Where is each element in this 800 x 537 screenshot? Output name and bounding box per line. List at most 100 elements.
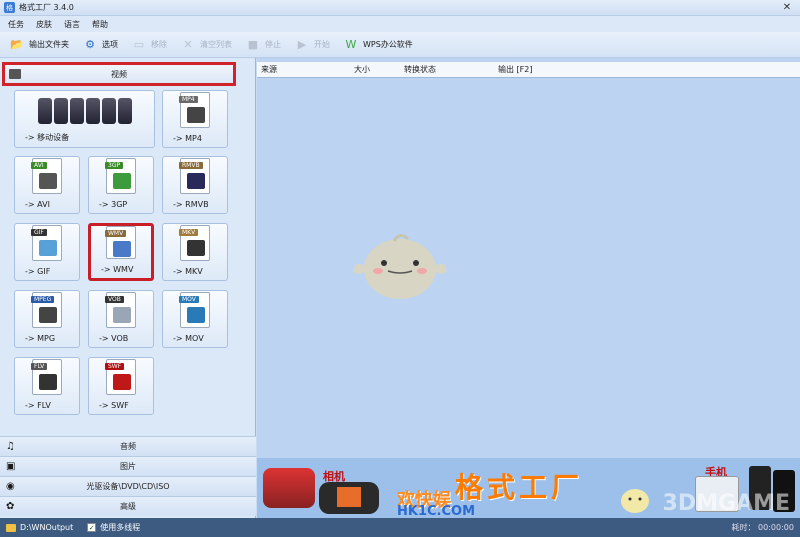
format-file-icon: SWF <box>105 359 136 395</box>
format-file-icon: MOV <box>179 292 210 328</box>
toolbar-button-label: 选项 <box>102 40 118 49</box>
toolbar-button-label: 移除 <box>151 40 167 49</box>
options-icon: ⚙ <box>85 38 95 51</box>
category-video-header[interactable]: 视频 <box>2 62 236 86</box>
mobile-devices-icon <box>37 98 132 124</box>
category-label: 高级 <box>120 502 136 511</box>
banner-url: HK1C.COM <box>397 504 476 518</box>
col-output[interactable]: 输出 [F2] <box>498 64 532 75</box>
col-status[interactable]: 转换状态 <box>404 64 436 75</box>
col-source[interactable]: 来源 <box>261 64 277 75</box>
format-label: -> VOB <box>99 334 129 343</box>
format-file-icon: 3GP <box>105 158 136 194</box>
format-file-icon: MPEG <box>31 292 62 328</box>
format-button-2[interactable]: AVI -> AVI <box>14 156 80 214</box>
clear-list-icon: ✕ <box>183 38 193 51</box>
format-label: -> AVI <box>25 200 50 209</box>
mascot-image <box>353 234 447 299</box>
category-item-3[interactable]: ✿ 高级 <box>0 496 256 516</box>
format-button-6[interactable]: WMV -> WMV <box>88 223 154 281</box>
format-tag: MP4 <box>179 96 198 103</box>
task-table-header: 来源 大小 转换状态 输出 [F2] <box>257 62 800 78</box>
toolbar: 📂 输出文件夹 ⚙ 选项 ▭ 移除 ✕ 清空列表 ■ 停止 ▶ 开始 W WPS办公软件 <box>0 32 800 58</box>
format-button-3[interactable]: 3GP -> 3GP <box>88 156 154 214</box>
menu-skin[interactable]: 皮肤 <box>36 19 52 30</box>
multithread-label: 使用多线程 <box>100 523 141 532</box>
format-file-icon: VOB <box>105 292 136 328</box>
format-tag: GIF <box>31 229 47 236</box>
col-size[interactable]: 大小 <box>354 64 370 75</box>
format-button-10[interactable]: MOV -> MOV <box>162 290 228 348</box>
category-item-2[interactable]: ◉ 光驱设备\DVD\CD\ISO <box>0 476 256 496</box>
format-label: -> MP4 <box>173 134 202 143</box>
format-tag: MKV <box>179 229 199 236</box>
category-label: 图片 <box>120 462 136 471</box>
multithread-checkbox[interactable]: ✓ <box>87 523 97 532</box>
format-file-icon: GIF <box>31 225 62 261</box>
category-item-0[interactable]: ♫ 音频 <box>0 436 256 456</box>
remove-icon: ▭ <box>133 38 145 51</box>
format-file-icon: WMV <box>105 226 136 259</box>
output-path[interactable]: D:\WNOutput <box>20 523 73 532</box>
menu-task[interactable]: 任务 <box>8 19 24 30</box>
toolbar-button-1[interactable]: ⚙ 选项 <box>81 36 118 54</box>
menu-language[interactable]: 语言 <box>64 19 80 30</box>
format-button-9[interactable]: VOB -> VOB <box>88 290 154 348</box>
format-button-1[interactable]: MP4 -> MP4 <box>162 90 228 148</box>
format-label: -> FLV <box>25 401 51 410</box>
menu-bar: 任务 皮肤 语言 帮助 <box>0 16 800 32</box>
toolbar-button-4[interactable]: ■ 停止 <box>244 36 281 54</box>
format-file-icon: MP4 <box>179 92 210 128</box>
promo-banner[interactable]: 相机 欢快娱 格式工厂 HK1C.COM 手机 3DMGAME <box>257 458 800 518</box>
menu-help[interactable]: 帮助 <box>92 19 108 30</box>
format-button-11[interactable]: FLV -> FLV <box>14 357 80 415</box>
category-label: 光驱设备\DVD\CD\ISO <box>86 482 170 491</box>
format-button-5[interactable]: GIF -> GIF <box>14 223 80 281</box>
format-label: -> MOV <box>173 334 204 343</box>
mini-mascot-image <box>621 489 649 513</box>
format-label: -> GIF <box>25 267 51 276</box>
format-tag: RMVB <box>179 162 203 169</box>
format-tag: 3GP <box>105 162 124 169</box>
format-label: -> MPG <box>25 334 56 343</box>
toolbar-button-3[interactable]: ✕ 清空列表 <box>179 36 232 54</box>
format-tag: WMV <box>105 230 127 237</box>
stop-icon: ■ <box>247 38 259 51</box>
format-file-icon: FLV <box>31 359 62 395</box>
format-tag: VOB <box>105 296 124 303</box>
toolbar-button-label: WPS办公软件 <box>363 40 413 49</box>
format-tag: FLV <box>31 363 48 370</box>
format-button-0[interactable]: -> 移动设备 <box>14 90 155 148</box>
task-list-pane[interactable]: 来源 大小 转换状态 输出 [F2] <box>257 58 800 458</box>
category-item-1[interactable]: ▣ 图片 <box>0 456 256 476</box>
format-button-7[interactable]: MKV -> MKV <box>162 223 228 281</box>
wps-icon: W <box>345 38 357 51</box>
watermark-text: 3DMGAME <box>662 491 790 516</box>
toolbar-button-0[interactable]: 📂 输出文件夹 <box>8 36 69 54</box>
format-file-icon: RMVB <box>179 158 210 194</box>
category-label: 音频 <box>120 442 136 451</box>
toolbar-button-2[interactable]: ▭ 移除 <box>130 36 167 54</box>
format-button-4[interactable]: RMVB -> RMVB <box>162 156 228 214</box>
format-tag: SWF <box>105 363 125 370</box>
status-bar: D:\WNOutput ✓ 使用多线程 耗时： 00:00:00 <box>0 518 800 537</box>
format-label: -> 3GP <box>99 200 128 209</box>
toolbar-button-6[interactable]: W WPS办公软件 <box>342 36 413 54</box>
format-button-8[interactable]: MPEG -> MPG <box>14 290 80 348</box>
category-video-label: 视频 <box>111 69 127 79</box>
format-label: -> WMV <box>101 265 134 274</box>
title-bar: 格 格式工厂 3.4.0 ✕ <box>0 0 800 16</box>
toolbar-button-label: 输出文件夹 <box>29 40 69 49</box>
toolbar-button-5[interactable]: ▶ 开始 <box>293 36 330 54</box>
format-label: -> 移动设备 <box>25 133 70 142</box>
format-tag: MOV <box>179 296 199 303</box>
format-button-12[interactable]: SWF -> SWF <box>88 357 154 415</box>
format-file-icon: MKV <box>179 225 210 261</box>
advanced-icon: ✿ <box>6 501 15 512</box>
window-title: 格式工厂 3.4.0 <box>19 3 74 12</box>
banner-title: 格式工厂 <box>455 471 584 504</box>
elapsed-time: 耗时： 00:00:00 <box>731 523 794 532</box>
close-button[interactable]: ✕ <box>780 1 794 14</box>
toolbar-button-label: 停止 <box>265 40 281 49</box>
app-icon: 格 <box>4 2 15 13</box>
